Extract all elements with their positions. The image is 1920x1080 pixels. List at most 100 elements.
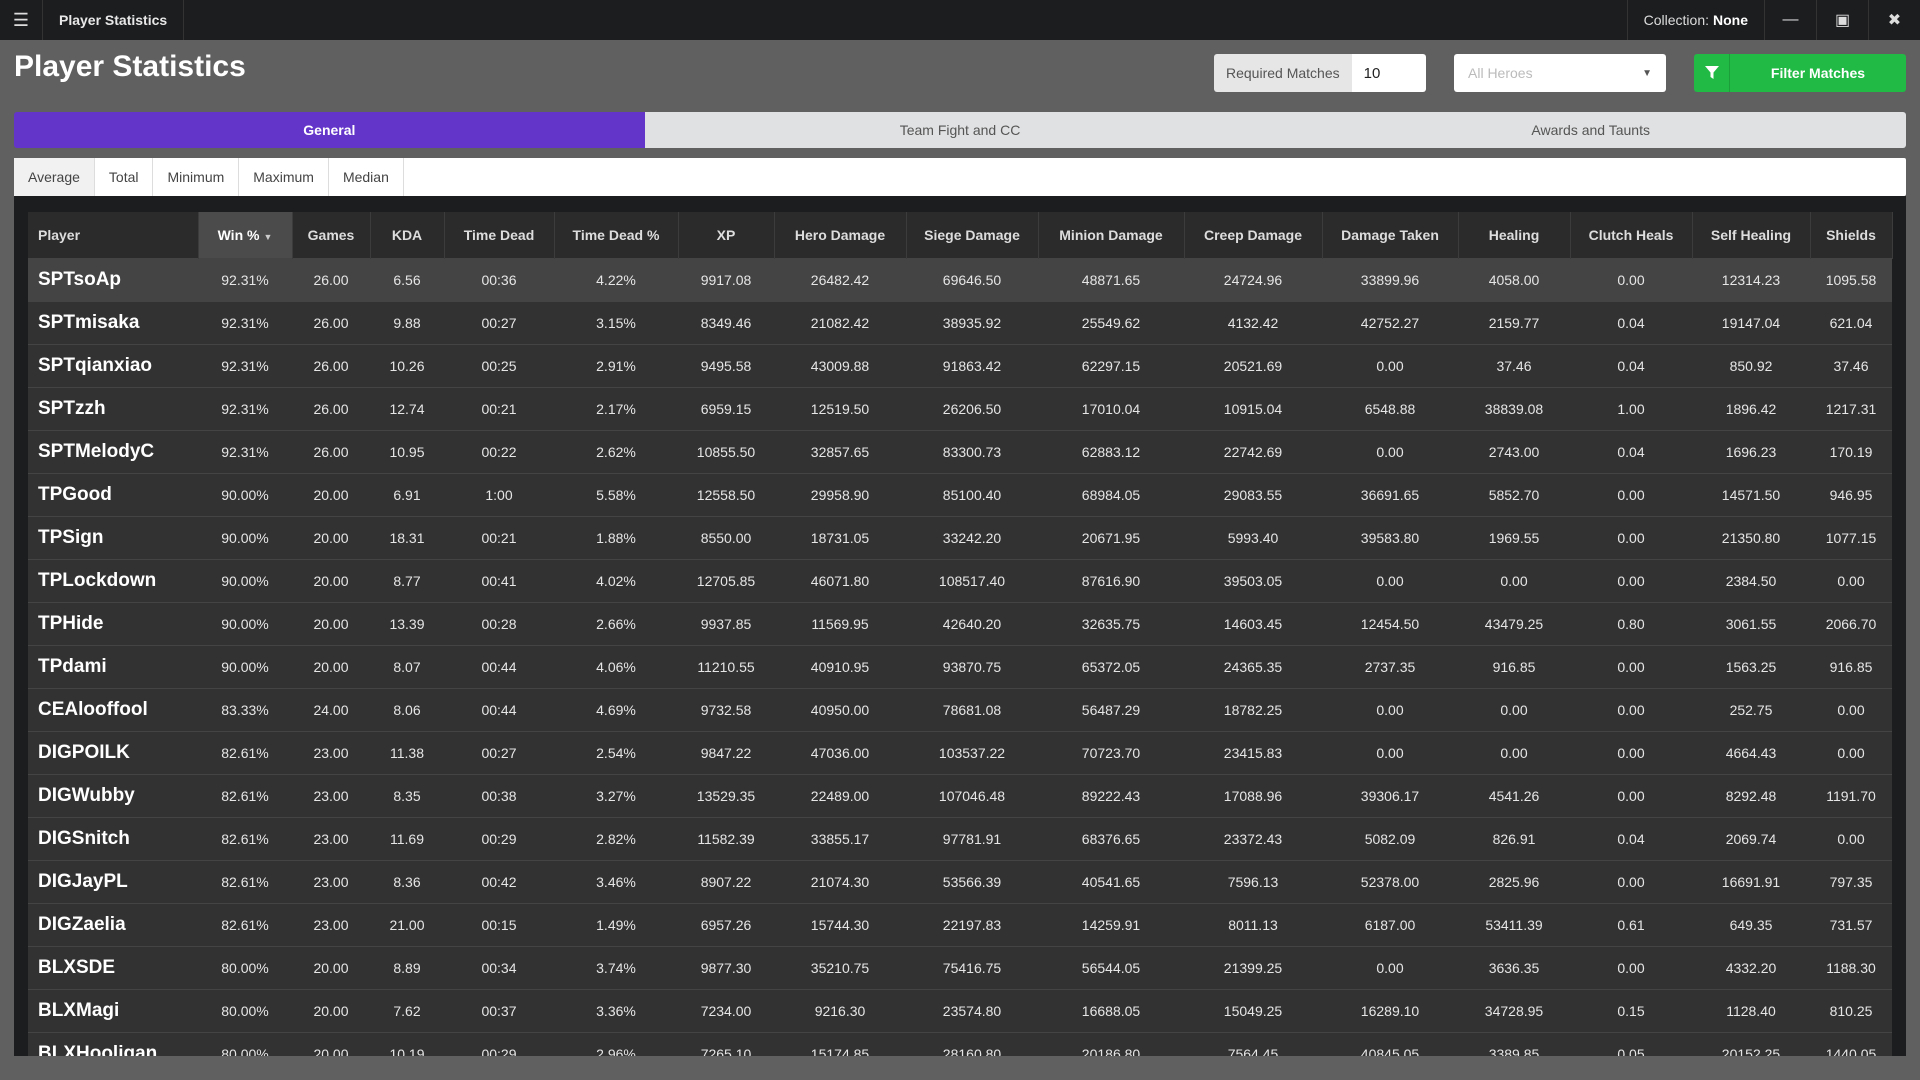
table-row[interactable]: TPSign 90.00% 20.00 18.31 00:21 1.88% 8550.00 1… bbox=[28, 515, 1892, 559]
table-row[interactable]: DIGSnitch 82.61% 23.00 11.69 00:29 2.82% 11582… bbox=[28, 816, 1892, 860]
table-row[interactable]: TPdami 90.00% 20.00 8.07 00:44 4.06% 11210.55 4… bbox=[28, 644, 1892, 688]
stat-cell: 1896.42 bbox=[1692, 386, 1810, 430]
table-row[interactable]: DIGPOILK 82.61% 23.00 11.38 00:27 2.54% 9847.2… bbox=[28, 730, 1892, 774]
subtab-average[interactable]: Average bbox=[14, 158, 95, 196]
column-header-healing[interactable]: Healing bbox=[1458, 212, 1571, 258]
stat-cell: 26.00 bbox=[292, 429, 370, 473]
column-header-label: Self Healing bbox=[1710, 226, 1792, 243]
subtab-median[interactable]: Median bbox=[329, 158, 404, 196]
column-header-win[interactable]: Win % ▼ bbox=[198, 212, 293, 258]
stat-cell: 16688.05 bbox=[1038, 988, 1184, 1032]
stat-cell: 6.91 bbox=[370, 472, 444, 516]
stat-cell: 2825.96 bbox=[1458, 859, 1570, 903]
column-header-games[interactable]: Games bbox=[292, 212, 371, 258]
stat-cell: 9.88 bbox=[370, 300, 444, 344]
stat-cell: 00:37 bbox=[444, 988, 554, 1032]
stat-cell: 0.00 bbox=[1458, 558, 1570, 602]
stat-cell: 11.38 bbox=[370, 730, 444, 774]
close-icon[interactable]: ✖ bbox=[1868, 0, 1920, 40]
sort-descending-icon: ▼ bbox=[263, 231, 273, 242]
table-row[interactable]: SPTmisaka 92.31% 26.00 9.88 00:27 3.15% 8349.4… bbox=[28, 300, 1892, 344]
required-matches-group: Required Matches bbox=[1214, 54, 1426, 92]
stats-table-container[interactable]: Player Win % ▼ Games KDA Time Dead Time Dead %… bbox=[14, 196, 1906, 1056]
player-name-cell: SPTMelodyC bbox=[28, 429, 198, 473]
column-header-creep-damage[interactable]: Creep Damage bbox=[1184, 212, 1323, 258]
aggregation-tabs: Average Total Minimum Maximum Median bbox=[14, 158, 1906, 196]
stat-cell: 87616.90 bbox=[1038, 558, 1184, 602]
stat-cell: 52378.00 bbox=[1322, 859, 1458, 903]
required-matches-input[interactable] bbox=[1351, 54, 1426, 92]
table-row[interactable]: TPGood 90.00% 20.00 6.91 1:00 5.58% 12558.50 29… bbox=[28, 472, 1892, 516]
stat-cell: 6548.88 bbox=[1322, 386, 1458, 430]
player-name-cell: SPTzzh bbox=[28, 386, 198, 430]
stat-cell: 108517.40 bbox=[906, 558, 1038, 602]
collection-indicator[interactable]: Collection: None bbox=[1626, 0, 1764, 40]
stat-cell: 4.06% bbox=[554, 644, 678, 688]
stat-cell: 18.31 bbox=[370, 515, 444, 559]
column-header-siege-damage[interactable]: Siege Damage bbox=[906, 212, 1039, 258]
subtab-minimum[interactable]: Minimum bbox=[153, 158, 240, 196]
stat-cell: 916.85 bbox=[1458, 644, 1570, 688]
table-row[interactable]: TPHide 90.00% 20.00 13.39 00:28 2.66% 9937.85 1… bbox=[28, 601, 1892, 645]
table-row[interactable]: DIGZaelia 82.61% 23.00 21.00 00:15 1.49% 6957.… bbox=[28, 902, 1892, 946]
column-header-hero-damage[interactable]: Hero Damage bbox=[774, 212, 907, 258]
table-row[interactable]: BLXSDE 80.00% 20.00 8.89 00:34 3.74% 9877.30 35… bbox=[28, 945, 1892, 989]
column-header-time-dead[interactable]: Time Dead bbox=[444, 212, 555, 258]
player-name-cell: DIGJayPL bbox=[28, 859, 198, 903]
stat-cell: 00:34 bbox=[444, 945, 554, 989]
stat-cell: 0.00 bbox=[1322, 687, 1458, 731]
stat-cell: 20152.25 bbox=[1692, 1031, 1810, 1056]
stat-cell: 20671.95 bbox=[1038, 515, 1184, 559]
tab-general[interactable]: General bbox=[14, 112, 645, 148]
hamburger-menu-icon[interactable]: ☰ bbox=[0, 0, 43, 40]
filter-matches-button[interactable]: Filter Matches bbox=[1694, 54, 1906, 92]
table-row[interactable]: DIGWubby 82.61% 23.00 8.35 00:38 3.27% 13529.3… bbox=[28, 773, 1892, 817]
stat-cell: 37.46 bbox=[1810, 343, 1892, 387]
stat-cell: 90.00% bbox=[198, 515, 292, 559]
table-row[interactable]: BLXHooligan 80.00% 20.00 10.19 00:29 2.96% 726… bbox=[28, 1031, 1892, 1056]
table-row[interactable]: TPLockdown 90.00% 20.00 8.77 00:41 4.02% 12705… bbox=[28, 558, 1892, 602]
stat-cell: 8.07 bbox=[370, 644, 444, 688]
column-header-clutch-heals[interactable]: Clutch Heals bbox=[1570, 212, 1693, 258]
minimize-icon[interactable]: — bbox=[1764, 0, 1816, 40]
stat-cell: 1191.70 bbox=[1810, 773, 1892, 817]
hero-select-dropdown[interactable]: All Heroes ▼ bbox=[1454, 54, 1666, 92]
table-row[interactable]: SPTsoAp 92.31% 26.00 6.56 00:36 4.22% 9917.08 2… bbox=[28, 257, 1892, 301]
column-header-self-healing[interactable]: Self Healing bbox=[1692, 212, 1811, 258]
stat-cell: 16289.10 bbox=[1322, 988, 1458, 1032]
stat-cell: 97781.91 bbox=[906, 816, 1038, 860]
column-header-label: Time Dead bbox=[463, 226, 535, 243]
stat-cell: 8550.00 bbox=[678, 515, 774, 559]
stat-cell: 170.19 bbox=[1810, 429, 1892, 473]
table-row[interactable]: CEAlooffool 83.33% 24.00 8.06 00:44 4.69% 9732… bbox=[28, 687, 1892, 731]
column-header-player[interactable]: Player bbox=[28, 212, 199, 258]
table-row[interactable]: SPTMelodyC 92.31% 26.00 10.95 00:22 2.62% 1085… bbox=[28, 429, 1892, 473]
player-name-cell: TPGood bbox=[28, 472, 198, 516]
table-row[interactable]: SPTzzh 92.31% 26.00 12.74 00:21 2.17% 6959.15 1… bbox=[28, 386, 1892, 430]
stat-cell: 00:27 bbox=[444, 300, 554, 344]
table-row[interactable]: SPTqianxiao 92.31% 26.00 10.26 00:25 2.91% 949… bbox=[28, 343, 1892, 387]
table-row[interactable]: BLXMagi 80.00% 20.00 7.62 00:37 3.36% 7234.00 9… bbox=[28, 988, 1892, 1032]
stat-cell: 00:28 bbox=[444, 601, 554, 645]
tab-awards-and-taunts[interactable]: Awards and Taunts bbox=[1275, 112, 1906, 148]
stat-cell: 20186.80 bbox=[1038, 1031, 1184, 1056]
maximize-icon[interactable]: ▣ bbox=[1816, 0, 1868, 40]
stat-cell: 2.96% bbox=[554, 1031, 678, 1056]
stat-cell: 14571.50 bbox=[1692, 472, 1810, 516]
column-header-shields[interactable]: Shields bbox=[1810, 212, 1893, 258]
column-header-xp[interactable]: XP bbox=[678, 212, 775, 258]
stat-cell: 00:29 bbox=[444, 1031, 554, 1056]
stat-cell: 7.62 bbox=[370, 988, 444, 1032]
tab-team-fight-and-cc[interactable]: Team Fight and CC bbox=[644, 112, 1276, 148]
subtab-maximum[interactable]: Maximum bbox=[239, 158, 329, 196]
player-name-cell: TPdami bbox=[28, 644, 198, 688]
column-header-time-dead[interactable]: Time Dead % bbox=[554, 212, 679, 258]
table-row[interactable]: DIGJayPL 82.61% 23.00 8.36 00:42 3.46% 8907.22… bbox=[28, 859, 1892, 903]
subtab-total[interactable]: Total bbox=[95, 158, 154, 196]
stat-cell: 1:00 bbox=[444, 472, 554, 516]
stat-cell: 0.04 bbox=[1570, 429, 1692, 473]
stat-cell: 00:21 bbox=[444, 386, 554, 430]
column-header-kda[interactable]: KDA bbox=[370, 212, 445, 258]
column-header-minion-damage[interactable]: Minion Damage bbox=[1038, 212, 1185, 258]
column-header-damage-taken[interactable]: Damage Taken bbox=[1322, 212, 1459, 258]
